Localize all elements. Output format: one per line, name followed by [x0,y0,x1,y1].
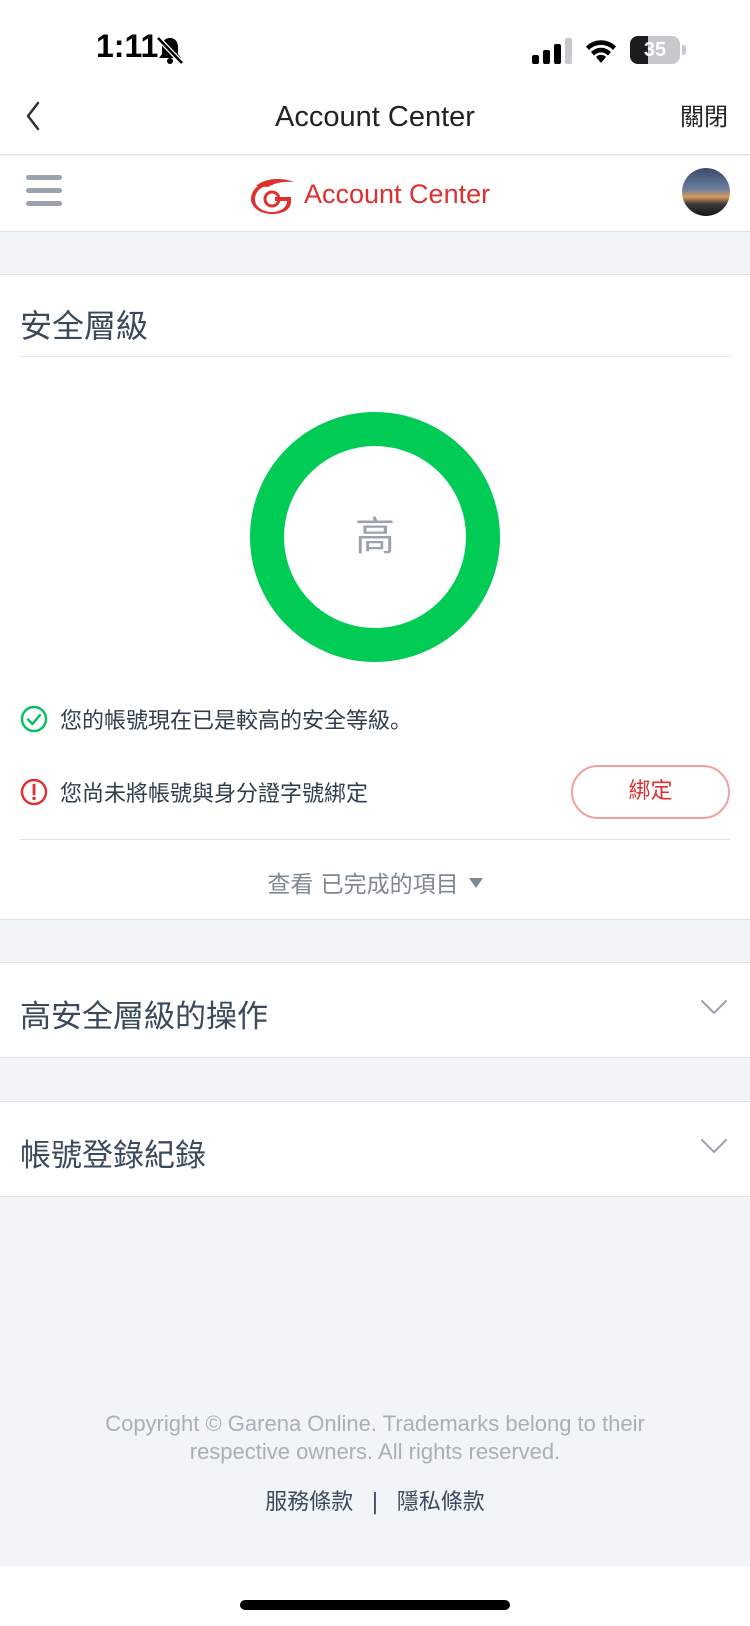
security-level-title: 安全層級 [20,307,149,345]
battery-cap [682,45,686,55]
view-completed-toggle[interactable]: 查看 已完成的項目 [0,865,750,899]
menu-bar [26,188,62,193]
bottom-safe-area [0,1566,750,1626]
battery-percent: 35 [643,39,667,61]
menu-bar [26,201,62,206]
privacy-link[interactable]: 隱私條款 [397,1490,485,1515]
section-title: 高安全層級的操作 [20,999,268,1035]
chevron-down-icon [701,1139,727,1153]
brand[interactable]: Account Center [250,174,490,214]
status-time: 1:11 [96,28,159,64]
bell-slash-icon [156,36,184,65]
close-button[interactable]: 關閉 [680,100,728,134]
menu-icon[interactable] [26,175,62,207]
avatar[interactable] [682,168,730,216]
garena-logo-icon [251,178,294,214]
check-circle-icon [20,705,48,733]
battery-body: 35 [630,36,680,64]
security-level-card: 安全層級 高 您的帳號現在已是較高的安全等級。 您尚未將帳號與身分證字號綁定 綁… [0,274,750,920]
wifi-icon [586,40,616,63]
terms-link[interactable]: 服務條款 [265,1490,353,1515]
home-indicator[interactable] [240,1600,510,1610]
login-records-section[interactable]: 帳號登錄紀錄 [0,1101,750,1197]
security-ok-message: 您的帳號現在已是較高的安全等級。 [60,709,413,734]
nav-bar: Account Center 關閉 [0,100,750,155]
divider [20,839,730,840]
chevron-down-icon [701,1000,727,1014]
nav-title: Account Center [275,101,475,133]
menu-bar [26,175,62,180]
footer-links: 服務條款 | 隱私條款 [0,1484,750,1516]
cellular-signal-icon [532,38,572,64]
security-ok-row: 您的帳號現在已是較高的安全等級。 [20,702,412,736]
copyright-text: Copyright © Garena Online. Trademarks be… [105,1411,645,1464]
divider [20,356,730,357]
security-level-value: 高 [355,514,395,560]
alert-circle-icon [20,778,48,806]
view-completed-label: 查看 已完成的項目 [267,872,459,898]
section-title: 帳號登錄紀錄 [20,1138,206,1174]
caret-down-icon [468,877,483,888]
footer-separator: | [371,1490,379,1515]
security-warning-message: 您尚未將帳號與身分證字號綁定 [60,782,369,807]
status-bar: 1:11 35 [0,0,750,100]
brand-text: Account Center [304,178,491,209]
battery-icon: 35 [630,36,686,64]
security-warning-row: 您尚未將帳號與身分證字號綁定 [20,775,368,809]
high-security-operations-section[interactable]: 高安全層級的操作 [0,962,750,1058]
bind-id-button[interactable]: 綁定 [571,765,730,819]
app-header: Account Center [0,156,750,232]
